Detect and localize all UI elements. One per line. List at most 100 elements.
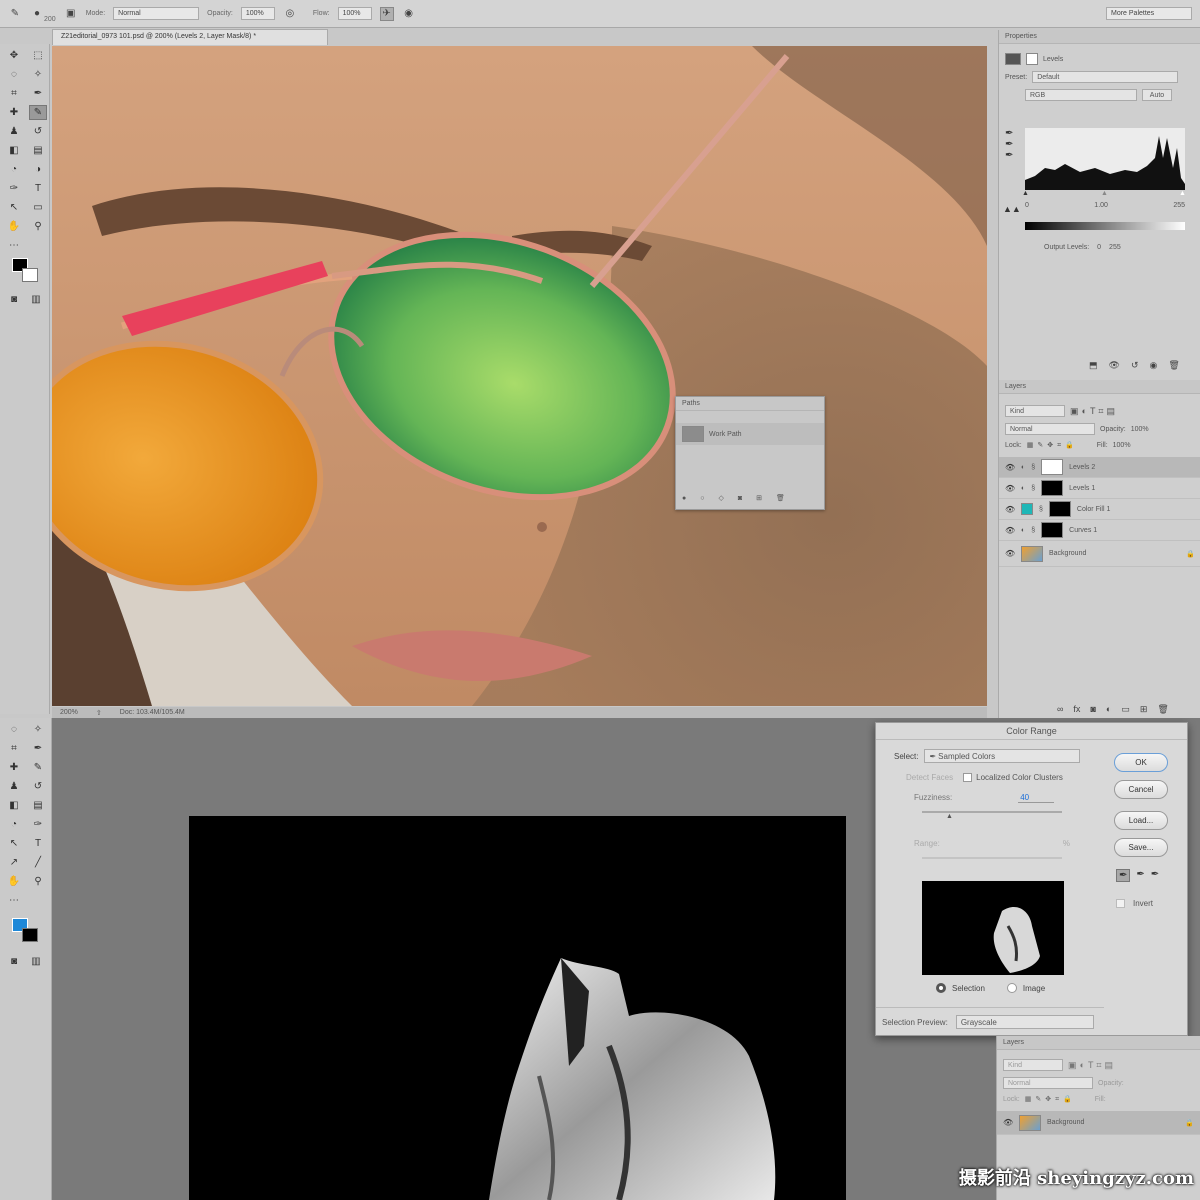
lock-icons[interactable]: ▦✎✥⌗🔒 [1025, 1095, 1076, 1104]
clip-to-layer-icon[interactable]: ⬒ [1089, 360, 1098, 371]
blend-mode-select[interactable]: Normal [1005, 423, 1095, 435]
add-mask-icon[interactable]: ◙ [738, 495, 742, 502]
add-to-sample-icon[interactable]: ✒ [1136, 869, 1144, 882]
black-eyedropper-icon[interactable]: ✒ [1005, 128, 1019, 139]
input-slider[interactable]: ▲ ▲ ▲ [1022, 190, 1186, 197]
brush-tool-icon[interactable]: ✎ [8, 7, 22, 21]
layer-row-background[interactable]: 👁 Background 🔒 [997, 1111, 1200, 1135]
brush-tool-active-icon[interactable]: ✎ [29, 105, 47, 120]
white-eyedropper-icon[interactable]: ✒ [1005, 150, 1019, 161]
document-tab[interactable]: Z21editorial_0973 101.psd @ 200% (Levels… [52, 29, 328, 45]
new-layer-icon[interactable]: ⊞ [1140, 704, 1148, 715]
crop-tool-icon[interactable]: ⌗ [5, 86, 23, 101]
rectangle-tool-icon[interactable]: ▭ [29, 200, 47, 215]
quick-mask-icon[interactable]: ◙ [5, 292, 23, 307]
hand-tool-icon[interactable]: ✋ [5, 874, 23, 889]
direct-select-tool-icon[interactable]: ↗ [5, 855, 23, 870]
invert-checkbox[interactable] [1116, 899, 1125, 908]
fuzziness-slider[interactable]: ▲ [922, 811, 1062, 820]
new-group-icon[interactable]: ▭ [1121, 704, 1130, 715]
new-adjustment-icon[interactable]: ◐ [1106, 704, 1111, 715]
black-point-handle[interactable]: ▲ [1022, 190, 1029, 197]
ok-button[interactable]: OK [1114, 753, 1168, 772]
mode-select[interactable]: Normal [113, 7, 200, 20]
layer-row-curves-1[interactable]: 👁 ◐ § Curves 1 [999, 520, 1200, 541]
quick-select-tool-icon[interactable]: ✧ [29, 67, 47, 82]
gradient-tool-icon[interactable]: ▤ [29, 798, 47, 813]
auto-button[interactable]: Auto [1142, 89, 1172, 101]
blur-tool-icon[interactable]: ◔ [5, 162, 23, 177]
input-white[interactable]: 255 [1173, 202, 1185, 209]
document-canvas-mask[interactable] [189, 816, 846, 1200]
input-black[interactable]: 0 [1025, 202, 1029, 209]
more-tools-icon[interactable]: ⋯ [5, 238, 23, 253]
new-path-icon[interactable]: ⊞ [756, 494, 762, 502]
delete-layer-icon[interactable]: 🗑 [1157, 704, 1168, 715]
subtract-from-sample-icon[interactable]: ✒ [1151, 869, 1159, 882]
clip-icon[interactable]: ▲▲ [1003, 204, 1021, 214]
document-canvas-portrait[interactable] [52, 46, 987, 706]
fuzziness-slider-handle[interactable]: ▲ [946, 813, 953, 820]
pen-tool-icon[interactable]: ✑ [5, 181, 23, 196]
stamp-tool-icon[interactable]: ♟ [5, 124, 23, 139]
fuzziness-field[interactable]: 40 [1018, 793, 1055, 803]
zoom-level[interactable]: 200% [60, 709, 78, 716]
blend-mode-select[interactable]: Normal [1003, 1077, 1093, 1089]
blur-tool-icon[interactable]: ◔ [5, 817, 23, 832]
crop-tool-icon[interactable]: ⌗ [5, 741, 23, 756]
save-button[interactable]: Save... [1114, 838, 1168, 857]
gray-eyedropper-icon[interactable]: ✒ [1005, 139, 1019, 150]
move-tool-icon[interactable]: ✥ [5, 48, 23, 63]
layer-row-levels-2[interactable]: 👁 ◐ § Levels 2 [999, 457, 1200, 478]
healing-tool-icon[interactable]: ✚ [5, 105, 23, 120]
input-gamma[interactable]: 1.00 [1094, 202, 1108, 209]
healing-tool-icon[interactable]: ✚ [5, 760, 23, 775]
dodge-tool-icon[interactable]: ◑ [29, 162, 47, 177]
work-path-row[interactable]: Work Path [676, 423, 824, 445]
output-black[interactable]: 0 [1097, 244, 1101, 251]
delete-adjustment-icon[interactable]: 🗑 [1168, 360, 1179, 371]
cancel-button[interactable]: Cancel [1114, 780, 1168, 799]
selection-radio[interactable] [936, 983, 946, 993]
pen-tool-icon[interactable]: ✑ [29, 817, 47, 832]
path-select-tool-icon[interactable]: ↖ [5, 200, 23, 215]
preset-select[interactable]: Default [1032, 71, 1179, 83]
layer-filter-select[interactable]: Kind [1005, 405, 1065, 417]
eraser-tool-icon[interactable]: ◧ [5, 143, 23, 158]
lasso-tool-icon[interactable]: ◌ [5, 722, 23, 737]
opacity-field[interactable]: 100% [240, 7, 275, 20]
history-brush-icon[interactable]: ↺ [29, 779, 47, 794]
background-color-swatch[interactable] [22, 268, 38, 282]
opacity-value[interactable]: 100% [1131, 426, 1149, 433]
visibility-eye-icon[interactable]: 👁 [1005, 549, 1015, 558]
visibility-icon[interactable]: ◉ [1150, 360, 1158, 371]
brush-settings-icon[interactable]: ▣ [64, 7, 78, 21]
layer-row-color-fill-1[interactable]: 👁 § Color Fill 1 [999, 499, 1200, 520]
gradient-tool-icon[interactable]: ▤ [29, 143, 47, 158]
output-white[interactable]: 255 [1109, 244, 1121, 251]
select-dropdown[interactable]: ✒ Sampled Colors [924, 749, 1081, 763]
white-point-handle[interactable]: ▲ [1179, 190, 1186, 197]
fill-value[interactable]: 100% [1113, 442, 1131, 449]
mask-icon[interactable] [1026, 53, 1038, 65]
visibility-eye-icon[interactable]: 👁 [1005, 484, 1015, 493]
screen-mode-icon[interactable]: ▥ [27, 954, 45, 969]
quick-select-tool-icon[interactable]: ✧ [29, 722, 47, 737]
visibility-eye-icon[interactable]: 👁 [1005, 526, 1015, 535]
airbrush-icon[interactable]: ✈ [379, 6, 394, 21]
view-previous-icon[interactable]: 👁 [1109, 360, 1120, 371]
type-tool-icon[interactable]: T [29, 181, 47, 196]
type-tool-icon[interactable]: T [29, 836, 47, 851]
background-color-swatch[interactable] [22, 928, 38, 942]
zoom-tool-icon[interactable]: ⚲ [29, 874, 47, 889]
fill-path-icon[interactable]: ● [682, 495, 686, 502]
visibility-eye-icon[interactable]: 👁 [1005, 505, 1015, 514]
screen-mode-icon[interactable]: ▥ [27, 292, 45, 307]
flow-field[interactable]: 100% [337, 7, 372, 20]
eyedropper-tool-icon[interactable]: ✒ [29, 741, 47, 756]
more-palettes-button[interactable]: More Palettes [1106, 7, 1192, 20]
eraser-tool-icon[interactable]: ◧ [5, 798, 23, 813]
filter-icons[interactable]: ▣◐T⌗▤ [1070, 406, 1118, 417]
zoom-tool-icon[interactable]: ⚲ [29, 219, 47, 234]
lasso-tool-icon[interactable]: ◌ [5, 67, 23, 82]
